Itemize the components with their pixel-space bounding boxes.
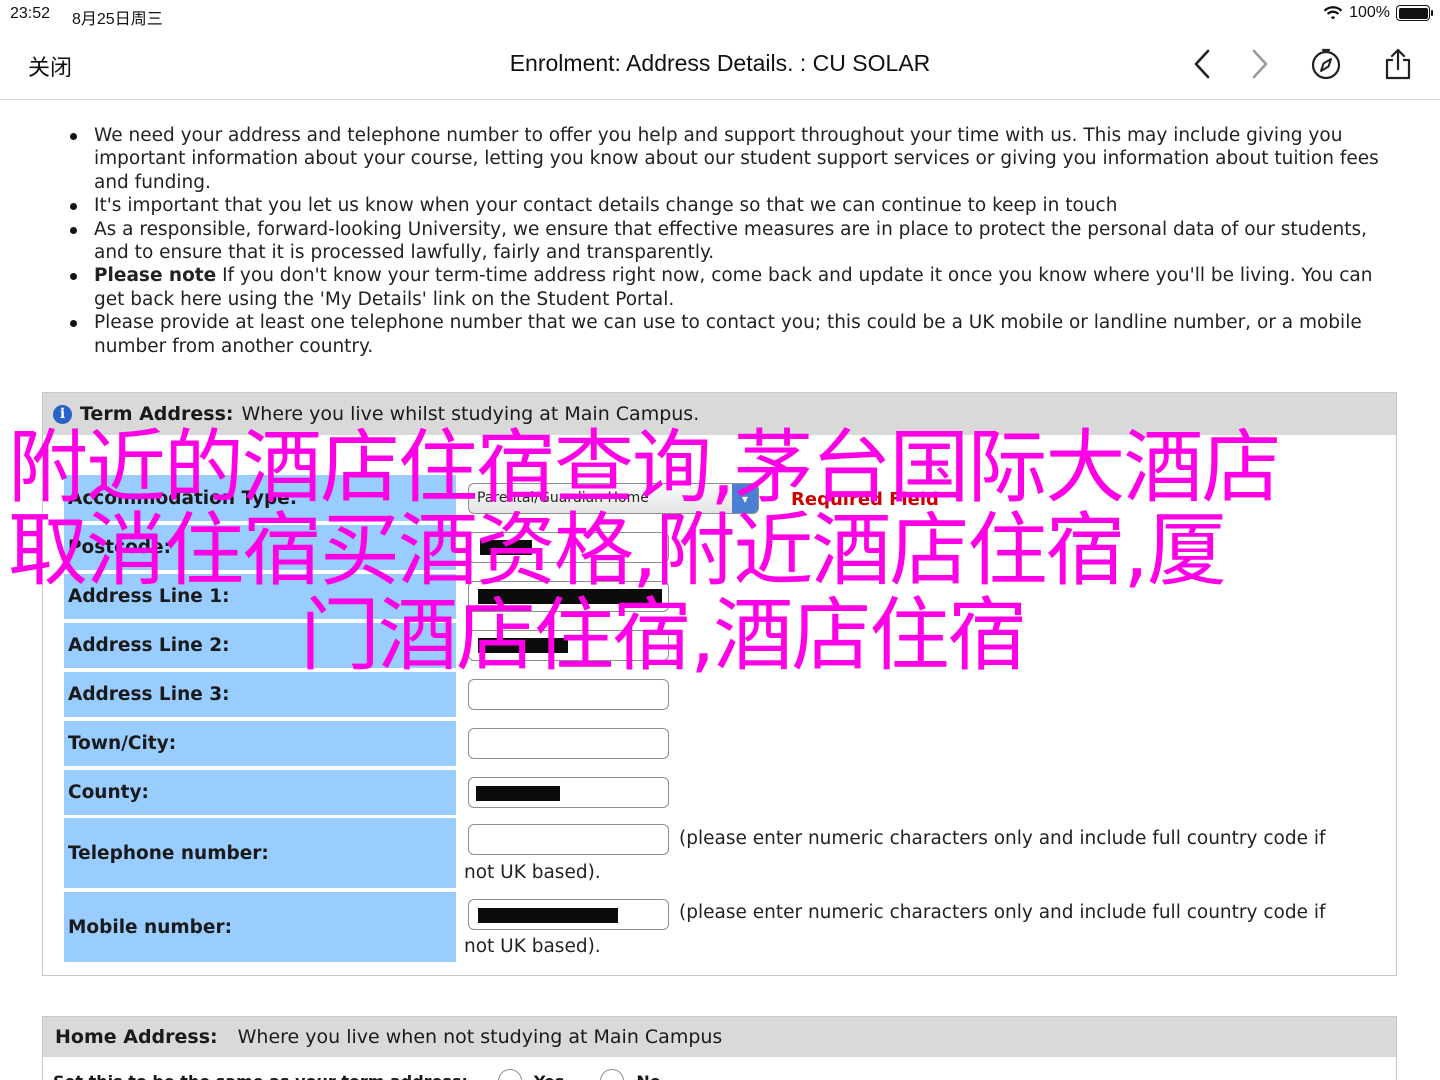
telephone-hint: (please enter numeric characters only an… xyxy=(679,828,1326,849)
telephone-label: Telephone number: xyxy=(64,818,456,888)
open-in-browser-button[interactable] xyxy=(1306,44,1346,84)
list-item: Please note If you don't know your term-… xyxy=(70,264,1404,311)
battery-percent: 100% xyxy=(1349,4,1390,21)
accommodation-row: Accommodation Type: Parental/Guardian Ho… xyxy=(64,475,1384,521)
page-title: Enrolment: Address Details. : CU SOLAR xyxy=(509,50,931,76)
term-address-subheading: Where you live whilst studying at Main C… xyxy=(241,403,700,425)
same-address-no-radio[interactable] xyxy=(600,1069,625,1080)
accommodation-select[interactable]: Parental/Guardian Home ▾ xyxy=(468,483,759,514)
compass-icon xyxy=(1311,48,1341,80)
town-row: Town/City: xyxy=(64,721,1384,766)
list-item: It's important that you let us know when… xyxy=(70,194,1404,217)
required-field-label: Required Field xyxy=(791,489,939,510)
share-icon xyxy=(1385,48,1411,80)
redaction-bar xyxy=(478,589,662,604)
postcode-label: Postcode: xyxy=(64,525,456,570)
battery-icon xyxy=(1396,5,1433,21)
status-date: 8月25日周三 xyxy=(72,11,163,28)
address-line3-label: Address Line 3: xyxy=(64,672,456,717)
term-address-header: i Term Address: Where you live whilst st… xyxy=(43,393,1396,435)
status-bar: 23:52 8月25日周三 100% xyxy=(0,0,1440,28)
town-input[interactable] xyxy=(468,728,669,759)
mobile-hint-cont: not UK based). xyxy=(464,936,601,957)
nav-bar: 关闭 Enrolment: Address Details. : CU SOLA… xyxy=(0,28,1440,100)
wifi-icon xyxy=(1323,6,1343,20)
info-icon: i xyxy=(53,404,72,424)
postcode-row: Postcode: xyxy=(64,525,1384,570)
no-label: No xyxy=(636,1072,660,1080)
redaction-bar xyxy=(478,908,618,923)
home-address-panel: Home Address: Where you live when not st… xyxy=(42,1016,1397,1080)
redaction-bar xyxy=(478,638,568,653)
town-label: Town/City: xyxy=(64,721,456,766)
home-address-subheading: Where you live when not studying at Main… xyxy=(237,1026,723,1048)
home-address-header: Home Address: Where you live when not st… xyxy=(43,1017,1396,1057)
same-address-yes-radio[interactable] xyxy=(497,1069,522,1080)
address-line3-row: Address Line 3: xyxy=(64,672,1384,717)
chevron-down-icon: ▾ xyxy=(732,484,758,513)
home-address-heading: Home Address: xyxy=(55,1026,218,1048)
status-right: 100% xyxy=(1323,4,1433,22)
back-button[interactable] xyxy=(1182,44,1222,84)
intro-bullet-list: We need your address and telephone numbe… xyxy=(70,124,1404,358)
redaction-bar xyxy=(476,786,560,801)
redaction-bar xyxy=(480,540,532,555)
telephone-input[interactable] xyxy=(468,824,669,855)
address-line2-row: Address Line 2: xyxy=(64,623,1384,668)
yes-label: Yes xyxy=(534,1072,565,1080)
mobile-hint: (please enter numeric characters only an… xyxy=(679,902,1326,923)
list-item: Please provide at least one telephone nu… xyxy=(70,311,1404,358)
county-row: County: xyxy=(64,770,1384,815)
same-address-label: Set this to be the same as your term add… xyxy=(53,1072,468,1080)
same-address-row: Set this to be the same as your term add… xyxy=(53,1069,661,1080)
term-address-panel: i Term Address: Where you live whilst st… xyxy=(42,392,1397,976)
address-line3-input[interactable] xyxy=(468,679,669,710)
forward-button[interactable] xyxy=(1240,44,1280,84)
address-line1-row: Address Line 1: xyxy=(64,574,1384,619)
accommodation-label: Accommodation Type: xyxy=(64,475,456,521)
telephone-hint-cont: not UK based). xyxy=(464,862,601,883)
please-note-label: Please note xyxy=(94,265,217,287)
mobile-label: Mobile number: xyxy=(64,892,456,962)
list-item: As a responsible, forward-looking Univer… xyxy=(70,218,1404,265)
share-button[interactable] xyxy=(1378,44,1418,84)
list-item: We need your address and telephone numbe… xyxy=(70,124,1404,194)
term-address-heading: Term Address: xyxy=(80,403,234,425)
chevron-right-icon xyxy=(1252,49,1268,79)
telephone-row: Telephone number: (please enter numeric … xyxy=(64,818,1384,888)
chevron-left-icon xyxy=(1194,49,1210,79)
county-label: County: xyxy=(64,770,456,815)
mobile-row: Mobile number: (please enter numeric cha… xyxy=(64,892,1384,962)
address-line2-label: Address Line 2: xyxy=(64,623,456,668)
status-time: 23:52 xyxy=(10,5,51,22)
address-line1-label: Address Line 1: xyxy=(64,574,456,619)
